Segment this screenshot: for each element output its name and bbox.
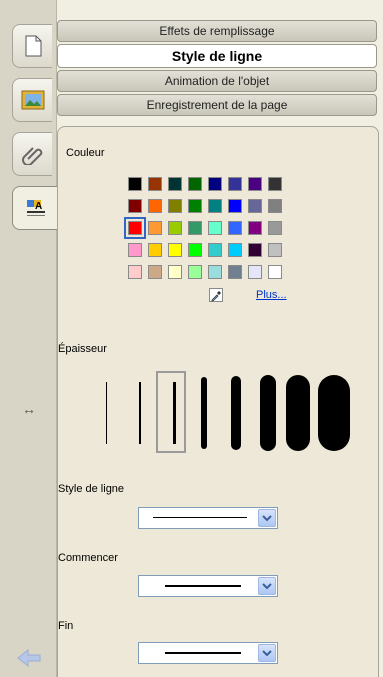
color-swatch[interactable]	[228, 199, 242, 213]
color-swatch[interactable]	[208, 177, 222, 191]
color-swatch[interactable]	[188, 265, 202, 279]
start-label: Commencer	[58, 552, 118, 564]
line-style-label: Style de ligne	[58, 483, 125, 495]
svg-text:A: A	[35, 201, 42, 212]
section-button[interactable]: Style de ligne	[57, 44, 377, 68]
color-swatch[interactable]	[148, 199, 162, 213]
color-swatch[interactable]	[168, 221, 182, 235]
color-swatch[interactable]	[148, 265, 162, 279]
thickness-option[interactable]	[139, 382, 141, 444]
color-swatch[interactable]	[228, 265, 242, 279]
color-swatch[interactable]	[208, 199, 222, 213]
start-style-preview	[165, 585, 241, 587]
color-swatch[interactable]	[128, 265, 142, 279]
color-swatch[interactable]	[128, 243, 142, 257]
color-swatch[interactable]	[148, 177, 162, 191]
color-swatch[interactable]	[188, 243, 202, 257]
thickness-selection-box	[156, 371, 186, 453]
color-swatch[interactable]	[208, 265, 222, 279]
color-swatch[interactable]	[168, 265, 182, 279]
color-swatch[interactable]	[228, 177, 242, 191]
thickness-option[interactable]	[172, 382, 176, 444]
color-swatch[interactable]	[228, 243, 242, 257]
line-style-dropdown[interactable]	[138, 507, 278, 529]
color-swatch[interactable]	[188, 221, 202, 235]
color-swatch[interactable]	[188, 177, 202, 191]
paperclip-icon	[21, 147, 42, 165]
thickness-option[interactable]	[105, 382, 107, 444]
color-swatch[interactable]	[148, 221, 162, 235]
color-swatch[interactable]	[248, 243, 262, 257]
chevron-down-icon[interactable]	[258, 509, 276, 527]
back-arrow-icon[interactable]	[16, 648, 42, 668]
eyedropper-button[interactable]	[209, 288, 223, 302]
section-button[interactable]: Animation de l'objet	[57, 70, 377, 92]
color-swatch[interactable]	[228, 221, 242, 235]
thickness-option[interactable]	[201, 377, 207, 449]
properties-panel: Effets de remplissage Style de ligne Anima…	[57, 0, 383, 677]
thickness-option[interactable]	[318, 375, 350, 451]
color-swatch[interactable]	[208, 243, 222, 257]
end-style-dropdown[interactable]	[138, 642, 278, 664]
page-sorter-tab[interactable]	[12, 24, 52, 68]
properties-icon: A	[26, 200, 45, 216]
color-swatch[interactable]	[208, 221, 222, 235]
color-swatch[interactable]	[128, 177, 142, 191]
attachments-tab[interactable]	[12, 132, 52, 176]
side-tab-rail: A ↔	[0, 0, 58, 677]
start-style-dropdown[interactable]	[138, 575, 278, 597]
thickness-label: Épaisseur	[58, 343, 107, 355]
thickness-option[interactable]	[260, 375, 276, 451]
color-swatch[interactable]	[188, 199, 202, 213]
color-swatch[interactable]	[168, 177, 182, 191]
chevron-down-icon[interactable]	[258, 577, 276, 595]
section-button[interactable]: Enregistrement de la page	[57, 94, 377, 116]
properties-tab[interactable]: A	[12, 186, 58, 230]
gallery-tab[interactable]	[12, 78, 52, 122]
end-style-preview	[165, 652, 241, 654]
line-style-content: Couleur Plus... Épaisseur Style de ligne…	[57, 126, 379, 677]
page-icon	[25, 35, 41, 57]
color-swatch[interactable]	[268, 199, 282, 213]
color-swatch[interactable]	[268, 177, 282, 191]
section-list: Effets de remplissage Style de ligne Anima…	[57, 20, 377, 118]
thickness-option[interactable]	[231, 376, 241, 450]
color-swatch[interactable]	[128, 199, 142, 213]
color-swatch[interactable]	[268, 265, 282, 279]
line-style-preview	[153, 517, 247, 518]
color-swatch[interactable]	[168, 199, 182, 213]
resize-arrow-icon[interactable]: ↔	[20, 401, 38, 417]
color-swatch[interactable]	[124, 217, 146, 239]
color-swatch[interactable]	[248, 221, 262, 235]
eyedropper-icon	[211, 291, 221, 302]
section-button[interactable]: Effets de remplissage	[57, 20, 377, 42]
color-swatch[interactable]	[148, 243, 162, 257]
color-swatch[interactable]	[248, 177, 262, 191]
color-swatch[interactable]	[268, 243, 282, 257]
color-swatch[interactable]	[268, 221, 282, 235]
chevron-down-icon[interactable]	[258, 644, 276, 662]
color-swatch[interactable]	[248, 199, 262, 213]
end-label: Fin	[58, 620, 74, 632]
thickness-option[interactable]	[286, 375, 310, 451]
color-swatch[interactable]	[248, 265, 262, 279]
more-colors-link[interactable]: Plus...	[256, 289, 287, 301]
thickness-picker	[98, 367, 383, 453]
image-icon	[21, 90, 44, 110]
color-label: Couleur	[66, 147, 105, 159]
color-swatch[interactable]	[168, 243, 182, 257]
